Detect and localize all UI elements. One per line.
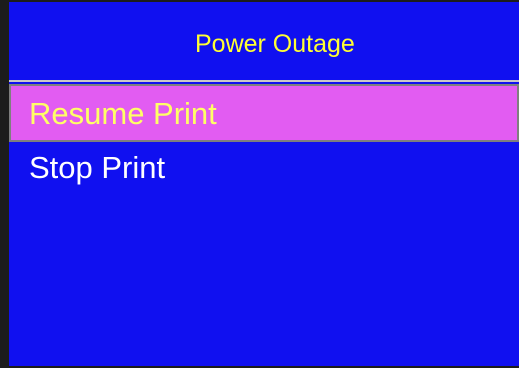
power-outage-screen: Power Outage Resume Print Stop Print <box>0 0 519 368</box>
menu-item-label: Stop Print <box>29 150 166 185</box>
screen-title: Power Outage <box>195 30 355 58</box>
title-bar: Power Outage <box>9 2 519 82</box>
menu-item-stop-print[interactable]: Stop Print <box>9 142 519 200</box>
menu-item-resume-print[interactable]: Resume Print <box>9 84 519 142</box>
menu-item-label: Resume Print <box>29 96 217 131</box>
